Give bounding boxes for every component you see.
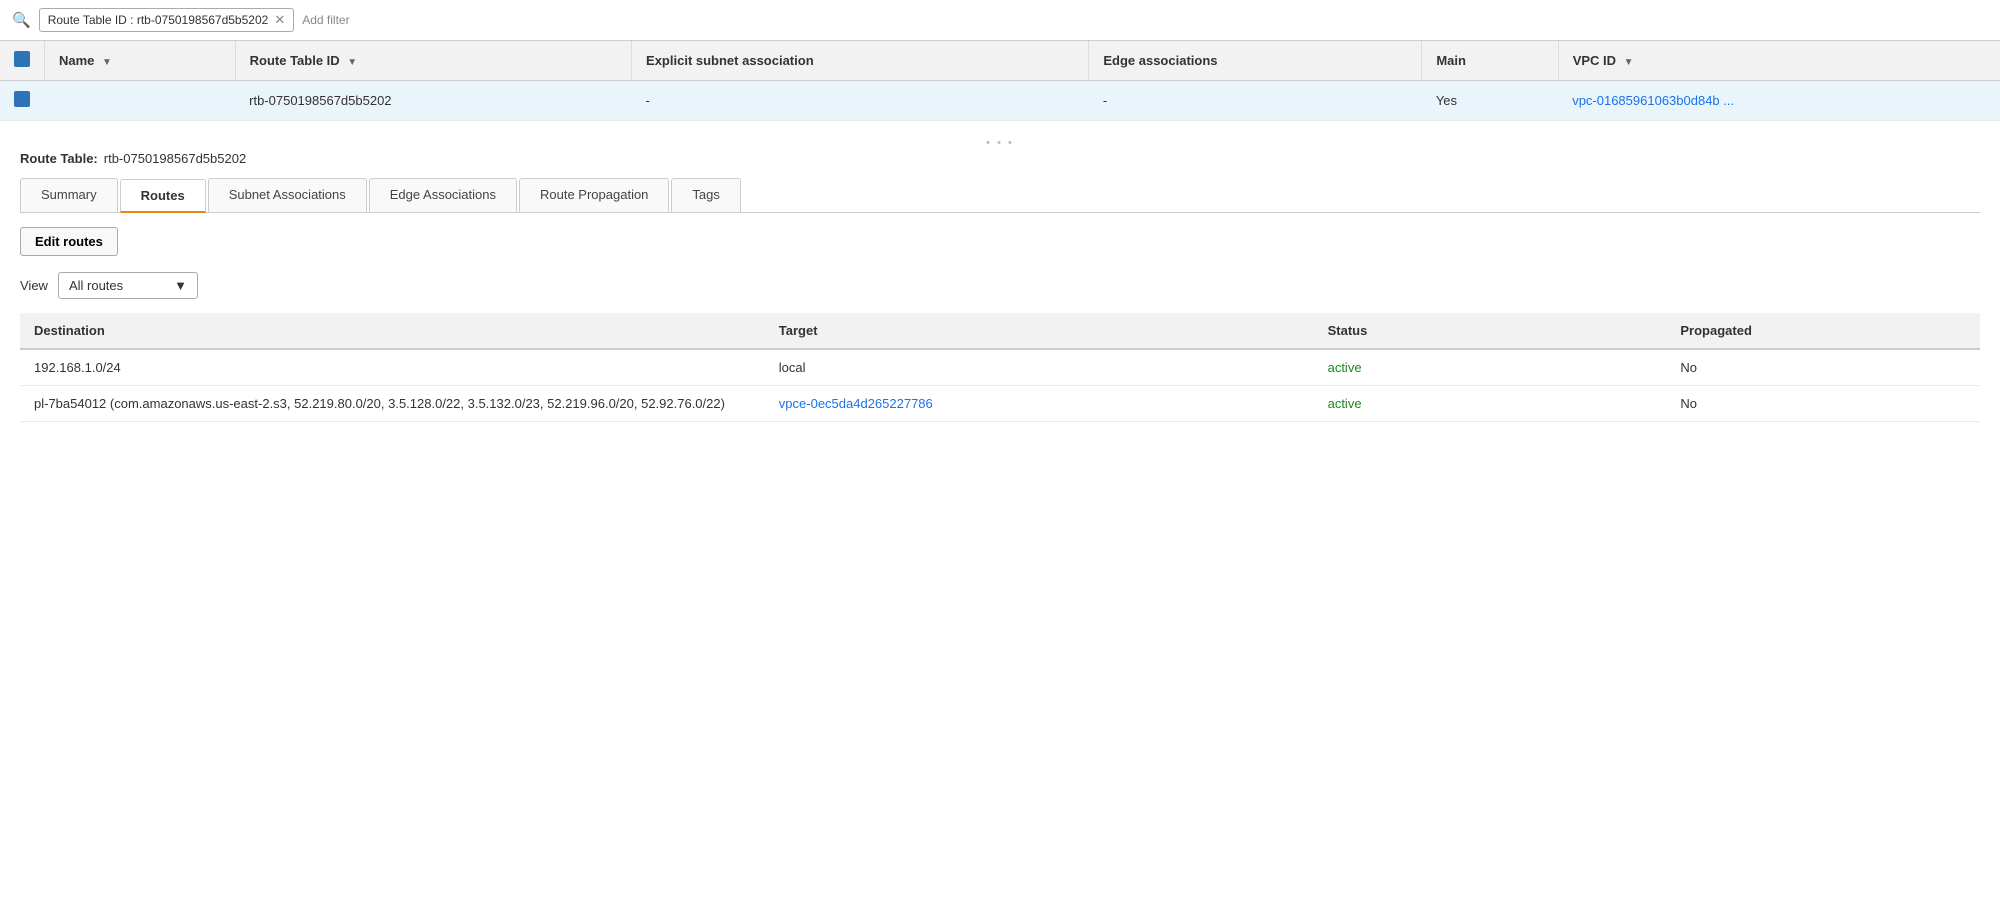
route-tables-table: Name ▼ Route Table ID ▼ Explicit subnet … — [0, 41, 2000, 121]
view-select-dropdown[interactable]: All routes ▼ — [58, 272, 198, 299]
detail-tabs: Summary Routes Subnet Associations Edge … — [20, 178, 1980, 213]
header-name: Name ▼ — [45, 41, 236, 81]
route-table-heading: Route Table: rtb-0750198567d5b5202 — [20, 151, 1980, 166]
route-destination-1: 192.168.1.0/24 — [20, 349, 765, 386]
dropdown-arrow-icon: ▼ — [174, 278, 187, 293]
search-bar: 🔍 Route Table ID : rtb-0750198567d5b5202… — [0, 0, 2000, 41]
header-checkbox-col — [0, 41, 45, 81]
name-sort-icon[interactable]: ▼ — [102, 57, 112, 68]
row-checkbox[interactable] — [14, 91, 30, 107]
header-edge-associations: Edge associations — [1089, 41, 1422, 81]
routes-header-status: Status — [1314, 313, 1667, 349]
tab-subnet-associations[interactable]: Subnet Associations — [208, 178, 367, 212]
add-filter-placeholder[interactable]: Add filter — [302, 13, 349, 27]
table-row: pl-7ba54012 (com.amazonaws.us-east-2.s3,… — [20, 386, 1980, 422]
filter-tag[interactable]: Route Table ID : rtb-0750198567d5b5202 ✕ — [39, 8, 295, 32]
vpc-endpoint-link[interactable]: vpce-0ec5da4d265227786 — [779, 396, 933, 411]
tab-summary[interactable]: Summary — [20, 178, 118, 212]
filter-tag-label: Route Table ID : rtb-0750198567d5b5202 — [48, 13, 269, 27]
header-main: Main — [1422, 41, 1558, 81]
view-select-value: All routes — [69, 278, 123, 293]
remove-filter-icon[interactable]: ✕ — [274, 12, 285, 28]
route-propagated-2: No — [1666, 386, 1980, 422]
tab-route-propagation[interactable]: Route Propagation — [519, 178, 669, 212]
route-target-1: local — [765, 349, 1314, 386]
row-route-table-id: rtb-0750198567d5b5202 — [235, 81, 631, 121]
vpc-id-link[interactable]: vpc-01685961063b0d84b ... — [1572, 93, 1734, 108]
route-propagated-1: No — [1666, 349, 1980, 386]
row-name — [45, 81, 236, 121]
row-vpc-id: vpc-01685961063b0d84b ... — [1558, 81, 2000, 121]
routes-table: Destination Target Status Propagated 192… — [20, 313, 1980, 422]
routes-header-propagated: Propagated — [1666, 313, 1980, 349]
header-route-table-id: Route Table ID ▼ — [235, 41, 631, 81]
tab-edge-associations[interactable]: Edge Associations — [369, 178, 517, 212]
routes-header-destination: Destination — [20, 313, 765, 349]
table-row: 192.168.1.0/24 local active No — [20, 349, 1980, 386]
header-vpc-id: VPC ID ▼ — [1558, 41, 2000, 81]
routes-header-target: Target — [765, 313, 1314, 349]
row-edge-associations: - — [1089, 81, 1422, 121]
edit-routes-button[interactable]: Edit routes — [20, 227, 118, 256]
select-all-checkbox[interactable] — [14, 51, 30, 67]
route-destination-2: pl-7ba54012 (com.amazonaws.us-east-2.s3,… — [20, 386, 765, 422]
route-status-1: active — [1314, 349, 1667, 386]
detail-route-table-id: rtb-0750198567d5b5202 — [104, 151, 246, 166]
row-checkbox-cell — [0, 81, 45, 121]
detail-panel: • • • Route Table: rtb-0750198567d5b5202… — [0, 121, 2000, 422]
tab-routes[interactable]: Routes — [120, 179, 206, 213]
table-row[interactable]: rtb-0750198567d5b5202 - - Yes vpc-016859… — [0, 81, 2000, 121]
route-target-2: vpce-0ec5da4d265227786 — [765, 386, 1314, 422]
tab-tags[interactable]: Tags — [671, 178, 740, 212]
header-explicit-subnet: Explicit subnet association — [632, 41, 1089, 81]
view-filter-row: View All routes ▼ — [20, 272, 1980, 299]
search-icon: 🔍 — [12, 11, 31, 29]
drag-handle[interactable]: • • • — [20, 137, 1980, 149]
view-label: View — [20, 278, 48, 293]
vpc-id-sort-icon[interactable]: ▼ — [1624, 57, 1634, 68]
route-status-2: active — [1314, 386, 1667, 422]
route-table-id-sort-icon[interactable]: ▼ — [347, 57, 357, 68]
row-explicit-subnet: - — [632, 81, 1089, 121]
row-main: Yes — [1422, 81, 1558, 121]
